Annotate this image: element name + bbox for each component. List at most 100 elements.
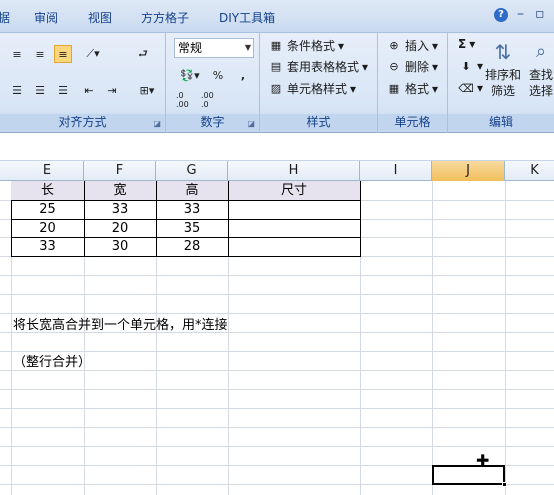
formula-bar[interactable] — [0, 133, 554, 161]
currency-icon[interactable]: 💱▾ — [175, 66, 205, 84]
column-header-k[interactable]: K — [505, 161, 554, 181]
column-header-i[interactable]: I — [360, 161, 432, 181]
tab-data[interactable]: 据 — [0, 9, 10, 26]
column-header-h[interactable]: H — [228, 161, 360, 181]
find-select-button[interactable]: ⌕ 查找 选择 — [526, 37, 554, 99]
align-center-icon[interactable]: ☰ — [31, 81, 49, 99]
instruction-text: 将长宽高合并到一个单元格，用*连接 — [13, 318, 228, 333]
autosum-button[interactable]: Σ ▾ — [458, 37, 475, 51]
active-cell-selection[interactable] — [432, 465, 505, 485]
sort-filter-label: 排序和 — [484, 68, 521, 82]
delete-icon: ⊖ — [389, 60, 399, 73]
table-cell[interactable]: 33 — [84, 200, 156, 219]
delete-button[interactable]: ⊖ 删除 ▾ — [386, 58, 438, 75]
eraser-icon: ⌫ — [458, 81, 474, 95]
align-right-icon[interactable]: ☰ — [54, 81, 72, 99]
increase-indent-icon[interactable]: ⇥ — [103, 81, 121, 99]
table-cell[interactable]: 20 — [84, 219, 156, 238]
number-format-value: 常规 — [178, 41, 203, 55]
chevron-down-icon: ▼ — [244, 43, 251, 52]
header-size[interactable]: 尺寸 — [228, 181, 360, 200]
fill-button[interactable]: ⬇ ▾ — [458, 58, 483, 74]
table-cell[interactable]: 33 — [11, 237, 84, 256]
decrease-indent-icon[interactable]: ⇤ — [80, 81, 98, 99]
editing-group-label: 编辑 — [448, 114, 554, 130]
align-middle-icon[interactable]: ≡ — [31, 45, 49, 63]
tab-review[interactable]: 审阅 — [34, 9, 58, 26]
table-cell[interactable]: 25 — [11, 200, 84, 219]
find-select-label: 查找 — [528, 68, 553, 82]
table-cell[interactable] — [228, 219, 360, 238]
increase-decimal-button[interactable]: .0 .00 — [175, 91, 197, 109]
align-bottom-icon[interactable]: ≡ — [54, 45, 72, 63]
tab-diy-toolbox[interactable]: DIY工具箱 — [219, 9, 275, 26]
table-cell[interactable]: 35 — [156, 219, 228, 238]
column-header-g[interactable]: G — [156, 161, 228, 181]
instruction-subtext: （整行合并） — [13, 355, 92, 370]
tab-fangfang[interactable]: 方方格子 — [141, 9, 189, 26]
clear-button[interactable]: ⌫ ▾ — [458, 80, 483, 96]
table-cell[interactable] — [228, 237, 360, 256]
delete-label: 删除 — [405, 60, 430, 74]
column-header-j[interactable]: J — [432, 161, 505, 181]
dialog-launcher-icon[interactable]: ◪ — [247, 119, 255, 128]
format-label: 格式 — [405, 82, 430, 96]
binoculars-icon: ⌕ — [535, 41, 547, 62]
cells-group: ⊕ 插入 ▾ ⊖ 删除 ▾ ▦ 格式 ▾ 单元格 — [378, 33, 448, 133]
fill-down-icon: ⬇ — [461, 59, 471, 73]
column-header-e[interactable]: E — [11, 161, 84, 181]
menu-bar: 据 审阅 视图 方方格子 DIY工具箱 ? – ▫ × — [0, 0, 554, 33]
conditional-format-icon: ▦ — [270, 39, 282, 52]
conditional-format-button[interactable]: ▦ 条件格式 ▾ — [268, 37, 344, 54]
table-cell[interactable]: 28 — [156, 237, 228, 256]
merge-center-icon[interactable]: ⊞▾ — [134, 81, 160, 99]
table-cell[interactable]: 33 — [156, 200, 228, 219]
cell-style-icon: ▨ — [270, 82, 282, 95]
cells-group-label: 单元格 — [378, 114, 447, 130]
column-header-f[interactable]: F — [84, 161, 156, 181]
table-format-icon: ▤ — [270, 60, 282, 73]
dialog-launcher-icon[interactable]: ◪ — [153, 119, 161, 128]
cell-style-label: 单元格样式 — [287, 82, 348, 96]
worksheet-grid[interactable]: 长 宽 高 尺寸 25 33 33 20 20 35 33 30 28 将长宽高… — [0, 181, 554, 495]
tab-view[interactable]: 视图 — [88, 9, 112, 26]
header-height[interactable]: 高 — [156, 181, 228, 200]
editing-group: Σ ▾ ⬇ ▾ ⌫ ▾ ⇅ 排序和 筛选 ⌕ 查找 选择 编辑 — [448, 33, 554, 133]
table-format-label: 套用表格格式 — [287, 60, 360, 74]
help-icon[interactable]: ? — [494, 8, 508, 22]
alignment-group-label: 对齐方式 — [0, 114, 165, 130]
table-format-button[interactable]: ▤ 套用表格格式 ▾ — [268, 58, 368, 75]
sort-filter-icon: ⇅ — [494, 40, 512, 64]
percent-button[interactable]: % — [209, 66, 227, 84]
table-cell[interactable]: 20 — [11, 219, 84, 238]
insert-label: 插入 — [405, 39, 430, 53]
header-width[interactable]: 宽 — [84, 181, 156, 200]
cross-cursor-icon: ✚ — [476, 451, 490, 470]
restore-icon[interactable]: ▫ — [535, 6, 545, 22]
header-length[interactable]: 长 — [11, 181, 84, 200]
number-format-select[interactable]: 常规 ▼ — [174, 38, 254, 58]
sort-filter-button[interactable]: ⇅ 排序和 筛选 — [484, 37, 522, 99]
alignment-group: ≡ ≡ ≡ ⟋▾ ⮐ ☰ ☰ ☰ ⇤ ⇥ ⊞▾ 对齐方式 ◪ — [0, 33, 166, 133]
table-cell[interactable]: 30 — [84, 237, 156, 256]
sigma-icon: Σ — [458, 37, 467, 51]
cell-style-button[interactable]: ▨ 单元格样式 ▾ — [268, 80, 356, 97]
wrap-text-icon[interactable]: ⮐ — [134, 45, 152, 63]
comma-button[interactable]: , — [234, 66, 252, 84]
orientation-icon[interactable]: ⟋▾ — [80, 45, 106, 63]
align-left-icon[interactable]: ☰ — [8, 81, 26, 99]
table-cell[interactable] — [228, 200, 360, 219]
number-group-label: 数字 — [166, 114, 259, 130]
align-top-icon[interactable]: ≡ — [8, 45, 26, 63]
insert-button[interactable]: ⊕ 插入 ▾ — [386, 37, 438, 54]
ribbon: ≡ ≡ ≡ ⟋▾ ⮐ ☰ ☰ ☰ ⇤ ⇥ ⊞▾ 对齐方式 ◪ 常规 ▼ 💱▾ %… — [0, 33, 554, 133]
number-group: 常规 ▼ 💱▾ % , .0 .00 .00 .0 数字 ◪ — [166, 33, 260, 133]
minimize-icon[interactable]: – — [517, 6, 524, 22]
insert-icon: ⊕ — [389, 39, 399, 52]
sort-filter-label-2: 筛选 — [490, 84, 515, 98]
conditional-format-label: 条件格式 — [287, 39, 336, 53]
fill-handle[interactable] — [502, 482, 507, 487]
styles-group: ▦ 条件格式 ▾ ▤ 套用表格格式 ▾ ▨ 单元格样式 ▾ 样式 — [260, 33, 378, 133]
decrease-decimal-button[interactable]: .00 .0 — [200, 91, 222, 109]
format-button[interactable]: ▦ 格式 ▾ — [386, 80, 438, 97]
